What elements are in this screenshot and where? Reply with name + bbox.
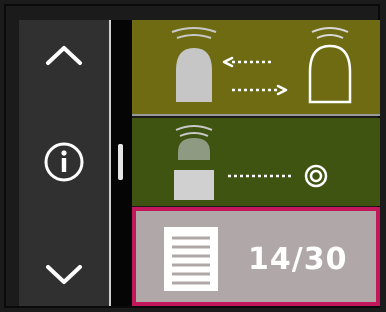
chevron-up-icon <box>46 46 82 65</box>
scrollbar-thumb[interactable] <box>118 144 123 180</box>
info-button[interactable] <box>19 132 109 192</box>
chevron-down-icon <box>46 265 82 284</box>
card-bidirectional-transfer[interactable] <box>132 20 380 116</box>
card-target-transfer[interactable] <box>132 118 380 206</box>
info-icon <box>44 142 84 182</box>
screen-frame: 14/30 <box>0 0 386 312</box>
page-counter-text: 14/30 <box>248 242 348 277</box>
scroll-up-button[interactable] <box>19 30 109 80</box>
scroll-down-button[interactable] <box>19 250 109 300</box>
tooth-target-icon <box>174 125 328 200</box>
tooth-transfer-arrows-icon <box>171 27 352 104</box>
